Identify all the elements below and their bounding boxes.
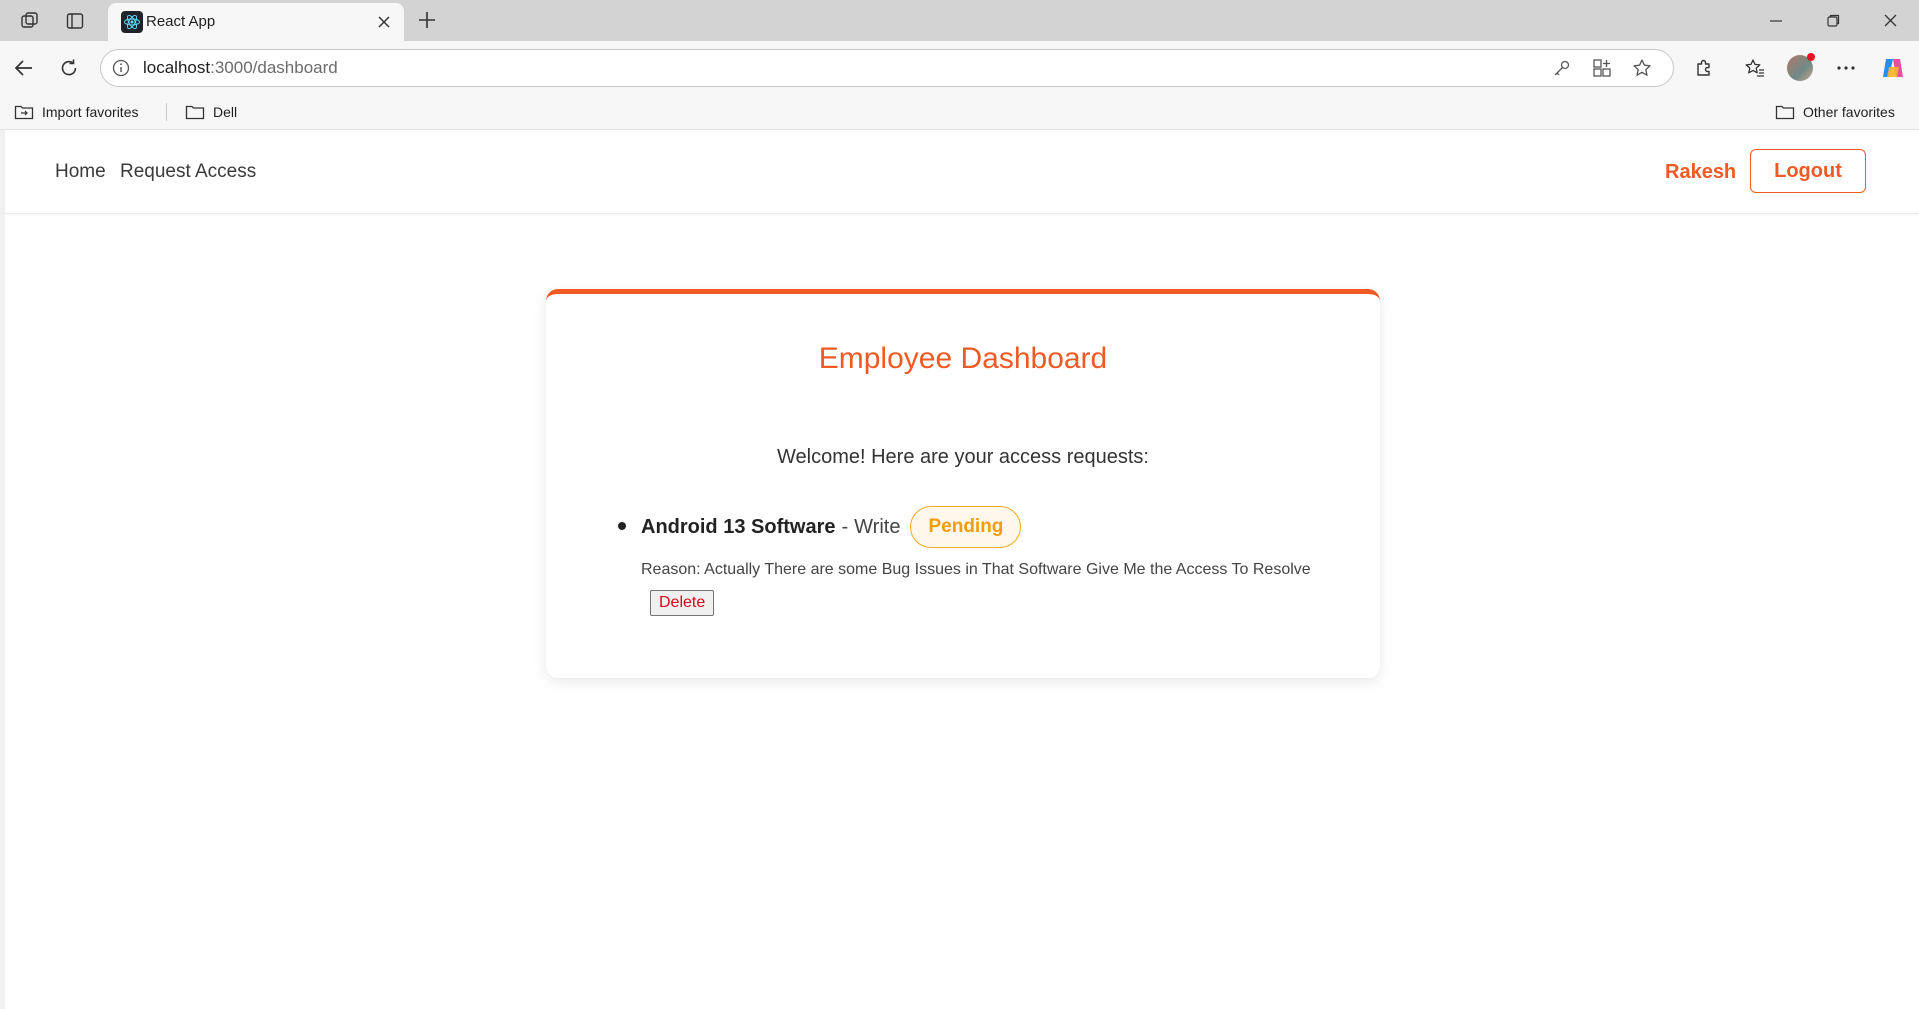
more-menu-icon[interactable] [1829,51,1863,85]
welcome-message: Welcome! Here are your access requests: [776,446,1149,468]
list-bullet [618,522,626,530]
tab-close-icon[interactable] [374,12,394,32]
bookmark-label: Import favorites [42,104,139,120]
bookmarks-divider [166,103,167,121]
nav-link-home[interactable]: Home [55,130,106,214]
page-title: Employee Dashboard [818,342,1108,375]
favorite-star-icon[interactable] [1631,57,1653,79]
logout-button[interactable]: Logout [1750,149,1866,193]
back-icon[interactable] [7,51,41,85]
tab-title: React App [146,13,216,30]
password-key-icon[interactable] [1551,57,1573,79]
status-badge: Pending [910,506,1022,548]
browser-toolbar: localhost:3000/dashboard [0,41,1919,94]
dashboard-card: Employee Dashboard Welcome! Here are you… [546,289,1380,678]
bookmark-label: Other favorites [1803,104,1895,120]
site-info-icon[interactable] [111,58,131,78]
copilot-icon[interactable] [1876,51,1910,85]
url-text[interactable]: localhost:3000/dashboard [143,50,338,86]
app-navbar: Home Request Access Rakesh Logout [5,130,1919,214]
bookmark-import-favorites[interactable]: Import favorites [14,94,138,130]
delete-request-button[interactable]: Delete [650,590,715,616]
url-host: localhost [143,58,211,77]
nav-link-request-access[interactable]: Request Access [120,130,256,214]
favorites-icon[interactable] [1738,51,1772,85]
import-favorites-icon [14,105,34,120]
app-available-icon[interactable] [1591,57,1613,79]
minimize-icon[interactable] [1748,0,1804,41]
close-window-icon[interactable] [1862,0,1918,41]
request-reason: Reason: Actually There are some Bug Issu… [641,561,1311,579]
request-software-name: Android 13 Software [641,515,836,538]
react-logo-icon [121,11,143,33]
url-path: :3000/dashboard [210,58,338,77]
folder-icon [185,105,205,120]
browser-tab-bar: React App [0,0,1919,41]
profile-avatar[interactable] [1783,51,1817,85]
reason-label: Reason: [641,561,701,578]
workspaces-icon[interactable] [18,9,42,33]
request-separator: - [841,515,849,538]
folder-icon [1775,105,1795,120]
current-user-name: Rakesh [1665,161,1737,183]
vertical-tabs-icon[interactable] [63,9,87,33]
address-bar[interactable]: localhost:3000/dashboard [100,49,1674,87]
extensions-icon[interactable] [1687,51,1721,85]
page-viewport: Home Request Access Rakesh Logout Employ… [0,130,1919,1009]
new-tab-icon[interactable] [415,8,439,32]
request-summary: Android 13 Software - Write Pending [641,506,1022,548]
refresh-icon[interactable] [52,51,86,85]
browser-tab-active[interactable]: React App [108,3,404,41]
bookmark-folder-other-favorites[interactable]: Other favorites [1775,94,1895,130]
bookmarks-bar: Import favorites Dell Other favorites [0,94,1919,130]
request-access-type: Write [854,515,901,538]
bookmark-label: Dell [213,104,238,120]
bookmark-folder-dell[interactable]: Dell [185,94,237,130]
reason-text: Actually There are some Bug Issues in Th… [704,561,1311,578]
restore-icon[interactable] [1805,0,1861,41]
